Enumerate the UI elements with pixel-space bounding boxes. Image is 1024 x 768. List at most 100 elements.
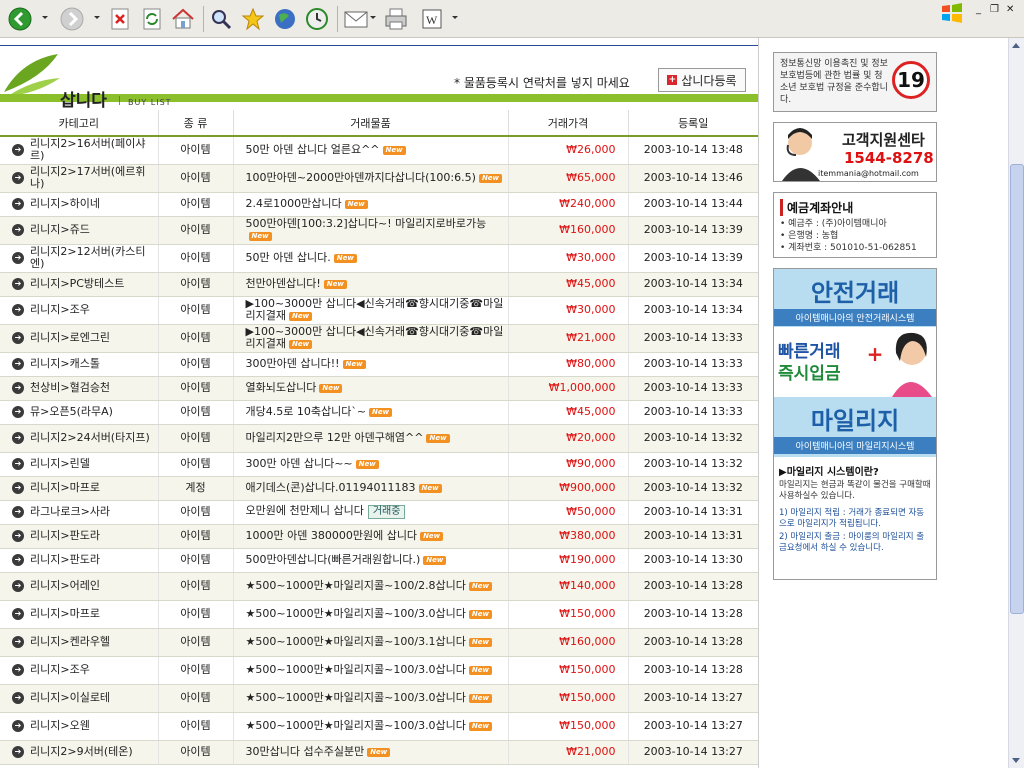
table-row[interactable]: ➔ 리니지>쥬드 아이템 500만아덴[100:3.2]삽니다~! 마일리지로바로가능… [0,216,758,245]
item-cell[interactable]: 30만삽니다 섭수주실분만 New [233,740,509,765]
table-row[interactable]: ➔ 리니지2>16서버(페이샤르) 아이템 50만 아덴 삽니다 얼른요^^ New ₩2… [0,136,758,165]
item-cell[interactable]: ★500~1000만★마일리지콜~100/3.0삽니다 New [233,684,509,713]
category-cell[interactable]: ➔ 리니지>마프로 [0,476,159,501]
item-title-link[interactable]: 개당4.5로 10축삽니다`~ [246,405,367,418]
category-cell[interactable]: ➔ 리니지>쥬드 [0,216,159,245]
column-header-item[interactable]: 거래물품 [233,110,509,137]
print-icon[interactable] [382,5,410,33]
item-cell[interactable]: ▶100~3000만 삽니다◀신속거래☎향시대기중☎마일리지결재 New [233,296,509,325]
back-icon[interactable] [6,5,34,33]
item-title-link[interactable]: ★500~1000만★마일리지콜~100/2.8삽니다 [246,579,466,592]
customer-support-box[interactable]: 고객지원센타 1544-8278 itemmania@hotmail.com [773,122,937,182]
minimize-button[interactable]: _ [976,4,981,15]
item-cell[interactable]: 500만아덴삽니다(빠른거래원합니다.) New [233,548,509,573]
stop-icon[interactable] [108,5,132,33]
item-title-link[interactable]: ▶100~3000만 삽니다◀신속거래☎향시대기중☎마일리지결재 [246,325,504,350]
scroll-down-icon[interactable] [1012,758,1020,763]
category-cell[interactable]: ➔ 라그나로크>사라 [0,500,159,525]
item-cell[interactable]: 300만 아덴 삽니다~~ New [233,452,509,477]
category-cell[interactable]: ➔ 천상비>혈검승천 [0,376,159,401]
item-cell[interactable]: ★500~1000만★마일리지콜~100/3.0삽니다 New [233,656,509,685]
item-cell[interactable]: 열화뇌도삽니다 New [233,376,509,401]
category-cell[interactable]: ➔ 리니지>캐스톨 [0,352,159,377]
vertical-scrollbar[interactable] [1008,38,1024,768]
item-cell[interactable]: 500만아덴[100:3.2]삽니다~! 마일리지로바로가능New [233,216,509,245]
category-cell[interactable]: ➔ 리니지>오웬 [0,712,159,741]
table-row[interactable]: ➔ 리니지2>17서버(에르휘나) 아이템 100만아덴~2000만아덴까지다삽니다(… [0,164,758,193]
item-cell[interactable]: ★500~1000만★마일리지콜~100/3.0삽니다 New [233,712,509,741]
item-title-link[interactable]: ▶100~3000만 삽니다◀신속거래☎향시대기중☎마일리지결재 [246,297,504,322]
item-title-link[interactable]: 500만아덴[100:3.2]삽니다~! 마일리지로바로가능 [246,217,487,230]
item-title-link[interactable]: 500만아덴삽니다(빠른거래원합니다.) [246,553,421,566]
scroll-thumb[interactable] [1010,164,1024,614]
favorites-icon[interactable] [240,5,266,33]
column-header-price[interactable]: 거래가격 [508,110,629,137]
mail-dropdown-icon[interactable] [370,16,376,19]
table-row[interactable]: ➔ 리니지>어레인 아이템 ★500~1000만★마일리지콜~100/2.8삽니다 Ne… [0,572,758,601]
item-cell[interactable]: ★500~1000만★마일리지콜~100/2.8삽니다 New [233,572,509,601]
mail-icon[interactable] [342,5,370,33]
table-row[interactable]: ➔ 리니지>마프로 계정 애기데스(콘)삽니다.01194011183 New ₩900,… [0,476,758,501]
table-row[interactable]: ➔ 리니지2>9서버(테온) 아이템 30만삽니다 섭수주실분만 New ₩21,000 2… [0,740,758,765]
category-cell[interactable]: ➔ 리니지>린델 [0,452,159,477]
item-cell[interactable]: 50만 아덴 삽니다. New [233,244,509,273]
item-title-link[interactable]: ★500~1000만★마일리지콜~100/3.0삽니다 [246,691,466,704]
item-cell[interactable]: ★500~1000만★마일리지콜~100/3.1삽니다 New [233,628,509,657]
item-title-link[interactable]: ★500~1000만★마일리지콜~100/3.0삽니다 [246,663,466,676]
item-title-link[interactable]: 2.4로1000만삽니다 [246,197,342,210]
item-cell[interactable]: 마일리지2만으루 12만 아덴구해염^^ New [233,424,509,453]
table-row[interactable]: ➔ 천상비>혈검승천 아이템 열화뇌도삽니다 New ₩1,000,000 2003-10-… [0,376,758,401]
item-title-link[interactable]: 300만아덴 삽니다!! [246,357,340,370]
mileage-banner[interactable]: 마일리지 아이템매니아의 마일리지시스템 [774,397,936,457]
category-cell[interactable]: ➔ 리니지>PC방테스트 [0,272,159,297]
item-title-link[interactable]: 오만원에 천만제니 삽니다 [246,504,364,517]
back-dropdown-icon[interactable] [42,16,48,19]
item-title-link[interactable]: 열화뇌도삽니다 [246,381,317,394]
item-cell[interactable]: 오만원에 천만제니 삽니다 거래중 [233,500,509,525]
table-row[interactable]: ➔ 리니지>조우 아이템 ▶100~3000만 삽니다◀신속거래☎향시대기중☎마일리지… [0,296,758,325]
media-icon[interactable] [272,5,298,33]
item-cell[interactable]: 100만아덴~2000만아덴까지다삽니다(100:6.5) New [233,164,509,193]
fast-deposit-banner[interactable]: 빠른거래 즉시입금 + [774,327,936,397]
table-row[interactable]: ➔ 리니지>린델 아이템 300만 아덴 삽니다~~ New ₩90,000 2003-10… [0,452,758,477]
item-cell[interactable]: 50만 아덴 삽니다 얼른요^^ New [233,136,509,165]
category-cell[interactable]: ➔ 리니지>판도라 [0,524,159,549]
category-cell[interactable]: ➔ 리니지2>16서버(페이샤르) [0,136,159,165]
item-cell[interactable]: ▶100~3000만 삽니다◀신속거래☎향시대기중☎마일리지결재 New [233,324,509,353]
table-row[interactable]: ➔ 리니지>로엔그린 아이템 ▶100~3000만 삽니다◀신속거래☎향시대기중☎마일… [0,324,758,353]
table-row[interactable]: ➔ 리니지>캐스톨 아이템 300만아덴 삽니다!! New ₩80,000 2003-10… [0,352,758,377]
item-cell[interactable]: 2.4로1000만삽니다 New [233,192,509,217]
item-title-link[interactable]: 애기데스(콘)삽니다.01194011183 [246,481,416,494]
close-button[interactable]: ✕ [1006,4,1014,15]
column-header-date[interactable]: 등록일 [628,110,758,137]
table-row[interactable]: ➔ 리니지>마프로 아이템 ★500~1000만★마일리지콜~100/3.0삽니다 Ne… [0,600,758,629]
restore-button[interactable]: ❐ [990,4,999,15]
item-title-link[interactable]: 300만 아덴 삽니다~~ [246,457,353,470]
table-row[interactable]: ➔ 리니지>판도라 아이템 1000만 아덴 380000만원에 삽니다 New ₩380… [0,524,758,549]
support-email[interactable]: itemmania@hotmail.com [818,169,919,178]
edit-dropdown-icon[interactable] [452,16,458,19]
scroll-up-icon[interactable] [1012,43,1020,48]
table-row[interactable]: ➔ 리니지>켄라우헬 아이템 ★500~1000만★마일리지콜~100/3.1삽니다 N… [0,628,758,657]
edit-icon[interactable]: W [418,5,446,33]
item-title-link[interactable]: 50만 아덴 삽니다 얼른요^^ [246,143,380,156]
category-cell[interactable]: ➔ 리니지>조우 [0,656,159,685]
item-cell[interactable]: 1000만 아덴 380000만원에 삽니다 New [233,524,509,549]
category-cell[interactable]: ➔ 리니지2>12서버(카스티엔) [0,244,159,273]
refresh-icon[interactable] [140,5,164,33]
register-buy-button[interactable]: + 삽니다등록 [658,68,746,92]
item-cell[interactable]: 개당4.5로 10축삽니다`~ New [233,400,509,425]
category-cell[interactable]: ➔ 리니지>이실로테 [0,684,159,713]
category-cell[interactable]: ➔ 리니지>조우 [0,296,159,325]
category-cell[interactable]: ➔ 리니지2>9서버(테온) [0,740,159,765]
service-banner[interactable]: 안전거래 아이템매니아의 안전거래시스템 빠른거래 즉시입금 + 마일리지 아이… [773,268,937,580]
item-title-link[interactable]: 1000만 아덴 380000만원에 삽니다 [246,529,418,542]
category-cell[interactable]: ➔ 리니지2>24서버(타지프) [0,424,159,453]
category-cell[interactable]: ➔ 리니지>어레인 [0,572,159,601]
category-cell[interactable]: ➔ 리니지2>17서버(에르휘나) [0,164,159,193]
table-row[interactable]: ➔ 리니지>조우 아이템 ★500~1000만★마일리지콜~100/3.0삽니다 New… [0,656,758,685]
category-cell[interactable]: ➔ 리니지>하이네 [0,192,159,217]
table-row[interactable]: ➔ 리니지2>24서버(타지프) 아이템 마일리지2만으루 12만 아덴구해염^^ Ne… [0,424,758,453]
item-cell[interactable]: 애기데스(콘)삽니다.01194011183 New [233,476,509,501]
history-icon[interactable] [304,5,330,33]
